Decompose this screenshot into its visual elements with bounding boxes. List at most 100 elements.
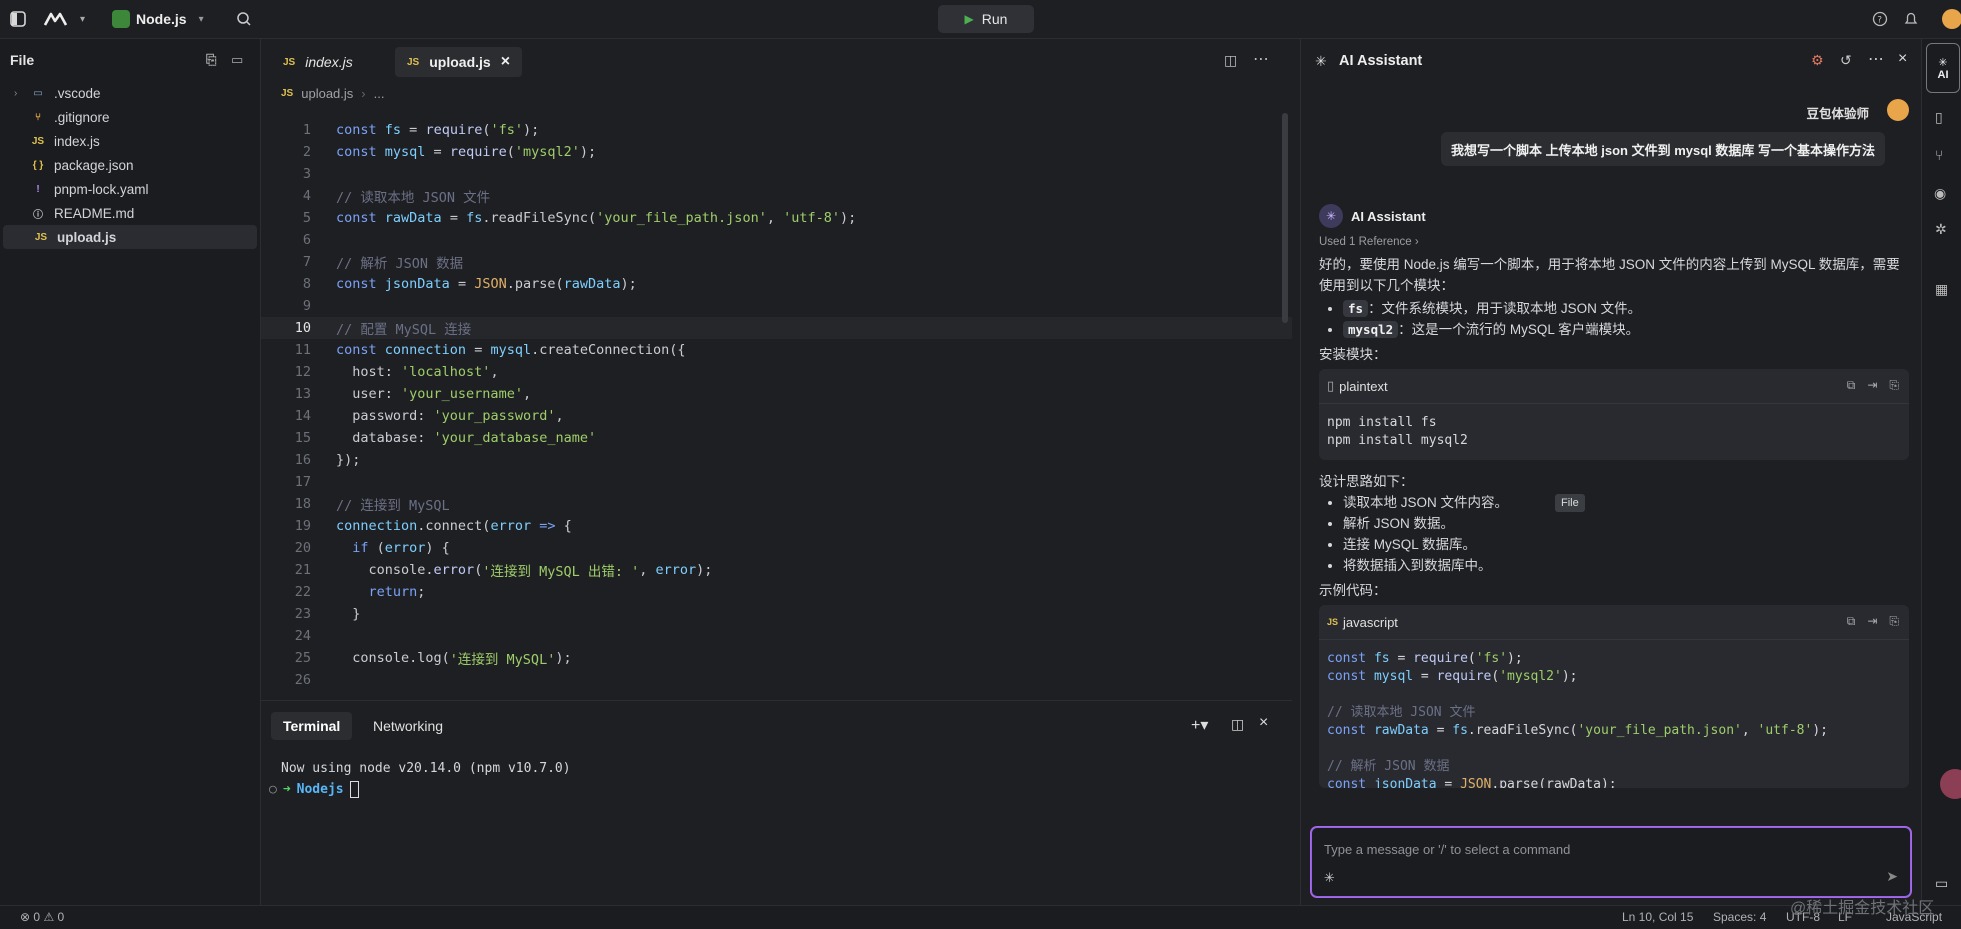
app-logo-icon[interactable]: ▾ <box>44 0 85 38</box>
eye-icon[interactable]: ◉ <box>1934 185 1946 202</box>
split-editor-icon[interactable]: ◫ <box>1224 52 1237 69</box>
copy-icon[interactable]: ⧉ <box>1847 614 1856 629</box>
new-file-icon[interactable]: ⎘ <box>1889 614 1899 629</box>
json-icon: { } <box>32 159 44 171</box>
send-icon[interactable]: ➤ <box>1886 868 1898 885</box>
new-folder-icon[interactable]: ▭ <box>231 52 243 68</box>
grid-icon[interactable]: ▦ <box>1935 281 1948 298</box>
code-area[interactable]: 1 const fs = require('fs'); 2 const mysql … <box>261 119 1292 691</box>
breadcrumb: JS upload.js › ... <box>281 86 384 101</box>
assistant-message: ✳ AI Assistant Used 1 Reference › 好的，要使用… <box>1319 204 1909 794</box>
document-icon[interactable]: ▯ <box>1935 109 1943 126</box>
info-icon: ⓘ <box>33 209 43 221</box>
file-tree: › ▭ .vscode ⑂ .gitignore JS index.js { } package… <box>0 81 260 249</box>
breadcrumb-file[interactable]: upload.js <box>301 86 353 101</box>
split-terminal-icon[interactable]: ◫ <box>1231 716 1244 733</box>
branch-icon[interactable]: ⑂ <box>1935 147 1943 163</box>
terminal-output[interactable]: Now using node v20.14.0 (npm v10.7.0) ○ … <box>269 761 571 799</box>
run-button[interactable]: ▶ Run <box>938 5 1034 33</box>
cursor <box>349 780 359 798</box>
chat-input[interactable]: Type a message or '/' to select a comman… <box>1311 827 1911 897</box>
file-tree-item[interactable]: ⑂ .gitignore <box>0 105 260 129</box>
more-icon[interactable]: ⋯ <box>1253 49 1269 69</box>
code-block-body[interactable]: npm install fs npm install mysql2 <box>1319 404 1909 460</box>
code-line: 15 database: 'your_database_name' <box>294 430 597 446</box>
history-icon[interactable]: ↺ <box>1840 52 1852 69</box>
sparkle-icon: ✳ <box>1315 53 1327 69</box>
ai-settings-icon[interactable]: ⚙ <box>1811 52 1824 69</box>
new-file-icon[interactable]: ⎘ <box>206 52 216 68</box>
cursor-position[interactable]: Ln 10, Col 15 <box>1622 910 1693 924</box>
sparkle-icon[interactable]: ✳ <box>1324 870 1335 886</box>
warning-count: 0 <box>57 910 65 924</box>
add-terminal-icon[interactable]: +▾ <box>1191 715 1208 735</box>
ai-assistant-panel: ✳ AI Assistant ⚙ ↺ ⋯ × 豆包体验师 我想写一个脚本 上传本… <box>1300 39 1921 905</box>
help-icon[interactable]: ? <box>1872 0 1888 38</box>
code-block-header: JS javascript ⧉ ⇥ ⎘ <box>1319 605 1909 640</box>
file-tree-item[interactable]: JS index.js <box>0 129 260 153</box>
code-line: 11 const connection = mysql .createConnect… <box>294 342 686 358</box>
file-tree-item[interactable]: ⓘ README.md <box>0 201 260 225</box>
terminal-prompt: ○ ➜ Nodejs <box>269 779 571 799</box>
code-block-javascript: JS javascript ⧉ ⇥ ⎘ const fs = require('fs… <box>1319 605 1909 788</box>
code-line: 19 connection .connect(error => { <box>294 518 572 534</box>
file-icon: ▯ <box>1327 378 1335 393</box>
code-block-body[interactable]: const fs = require('fs'); const mysql = … <box>1319 640 1909 788</box>
avatar[interactable] <box>1942 0 1961 38</box>
problems-indicator[interactable]: ⊗ 0 ⚠ 0 <box>20 910 64 924</box>
indentation[interactable]: Spaces: 4 <box>1713 910 1766 924</box>
code-line: 16}); <box>294 452 361 468</box>
more-icon[interactable]: ⋯ <box>1868 49 1884 69</box>
watermark: @稀土掘金技术社区 <box>1790 900 1935 917</box>
assistant-intro: 好的，要使用 Node.js 编写一个脚本，用于将本地 JSON 文件的内容上传… <box>1319 257 1900 293</box>
close-icon[interactable]: × <box>1259 714 1268 732</box>
breadcrumb-more[interactable]: ... <box>374 86 385 101</box>
new-file-icon[interactable]: ⎘ <box>1889 378 1899 393</box>
bug-icon[interactable]: ✲ <box>1935 221 1947 238</box>
terminal-line: Now using node v20.14.0 (npm v10.7.0) <box>281 761 571 776</box>
file-tree-item[interactable]: ! pnpm-lock.yaml <box>0 177 260 201</box>
file-tree-item[interactable]: { } package.json <box>0 153 260 177</box>
insert-icon[interactable]: ⇥ <box>1867 378 1877 393</box>
list-item: 解析 JSON 数据。 <box>1343 515 1909 533</box>
copy-icon[interactable]: ⧉ <box>1847 378 1856 393</box>
used-reference[interactable]: Used 1 Reference › <box>1319 236 1909 248</box>
terminal-panel: Terminal Networking +▾ ◫ × Now using nod… <box>261 700 1292 906</box>
git-icon: ⑂ <box>35 111 41 123</box>
sidebar-toggle-icon[interactable] <box>10 0 26 38</box>
code-line: 25 console.log('连接到 MySQL'); <box>294 650 572 668</box>
tab-index-js[interactable]: JS index.js <box>271 47 365 77</box>
tab-networking[interactable]: Networking <box>361 712 455 740</box>
top-bar: ▾ Node.js ▾ ▶ Run ? <box>0 0 1961 39</box>
editor-scrollbar[interactable] <box>1282 113 1288 323</box>
close-icon[interactable]: × <box>1898 50 1907 68</box>
file-tree-label: index.js <box>54 133 100 149</box>
terminal-icon[interactable]: ▭ <box>1935 875 1948 892</box>
close-icon[interactable]: × <box>501 53 510 71</box>
chevron-down-icon[interactable]: ▾ <box>80 14 85 25</box>
project-switcher[interactable]: Node.js ▾ <box>112 0 204 38</box>
prompt-dir: Nodejs <box>296 781 344 797</box>
js-badge-icon: JS <box>283 56 296 68</box>
bell-icon[interactable] <box>1903 0 1919 38</box>
list-item: 连接 MySQL 数据库。 <box>1343 536 1909 554</box>
ai-tool-button[interactable]: ✳ AI <box>1926 43 1960 93</box>
tab-upload-js[interactable]: JS upload.js × <box>395 47 523 77</box>
warning-icon: ⚠ <box>43 910 55 924</box>
code-line: 21 console. error('连接到 MySQL 出错: ', error… <box>294 562 713 580</box>
js-badge-icon: JS <box>34 231 48 243</box>
assistant-header: ✳ AI Assistant <box>1319 204 1909 228</box>
code-line: 5 const rawData = fs .readFileSync('your_f… <box>302 210 857 226</box>
breadcrumb-sep-icon: › <box>361 86 366 101</box>
example-heading: 示例代码： <box>1319 583 1387 598</box>
tab-terminal[interactable]: Terminal <box>271 712 353 740</box>
floating-avatar[interactable] <box>1940 769 1961 799</box>
search-icon[interactable] <box>236 0 252 38</box>
insert-icon[interactable]: ⇥ <box>1867 614 1877 629</box>
file-tree-item[interactable]: JS upload.js <box>3 225 257 249</box>
code-line: 1 const fs = require('fs'); <box>302 122 540 138</box>
code-line: 12 host: 'localhost', <box>294 364 499 380</box>
chevron-right-icon: › <box>14 87 18 99</box>
file-tree-item[interactable]: › ▭ .vscode <box>0 81 260 105</box>
module-desc: ：这是一个流行的 MySQL 客户端模块。 <box>1398 322 1640 337</box>
